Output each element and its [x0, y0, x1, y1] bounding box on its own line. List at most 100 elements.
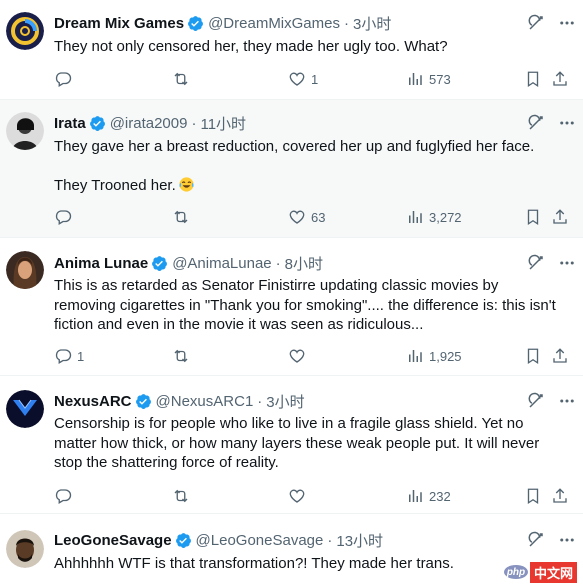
reply-icon — [55, 210, 72, 225]
share-button[interactable] — [551, 346, 569, 366]
grok-icon[interactable] — [527, 531, 545, 549]
views-chart-icon — [409, 73, 422, 85]
tweet-1[interactable]: Dream Mix Games @DreamMixGames · 3小时 The… — [0, 0, 583, 100]
bookmark-button[interactable] — [524, 346, 542, 366]
tweet-5[interactable]: LeoGoneSavage @LeoGoneSavage · 13小时 Ahhh… — [0, 514, 583, 584]
reply-icon — [55, 489, 72, 504]
display-name[interactable]: Dream Mix Games — [54, 15, 184, 32]
views-chart-icon — [409, 350, 422, 362]
tweet-text-line: removing cigarettes in "Thank you for sm… — [54, 296, 556, 314]
more-options-icon[interactable] — [557, 14, 577, 32]
share-icon — [553, 209, 567, 224]
separator-dot: · — [257, 392, 263, 410]
more-options-icon[interactable] — [557, 531, 577, 549]
watermark-logo: php — [503, 565, 528, 579]
action-bar: 1 573 — [54, 69, 567, 89]
retweet-icon — [174, 72, 188, 86]
tweet-text-line: They Trooned her. — [54, 176, 554, 196]
handle[interactable]: @NexusARC1 — [156, 393, 254, 410]
timestamp[interactable]: 11小时 — [200, 113, 246, 134]
timestamp[interactable]: 3小时 — [266, 391, 304, 412]
site-watermark: php 中文网 — [503, 561, 577, 583]
verified-badge-icon — [135, 393, 151, 409]
grok-icon[interactable] — [527, 392, 545, 410]
share-icon — [553, 488, 567, 503]
like-count: 63 — [311, 209, 326, 225]
grok-icon[interactable] — [527, 14, 545, 32]
tweet-2[interactable]: Irata @irata2009 · 11小时 They gave her a … — [0, 100, 583, 238]
retweet-button[interactable] — [172, 346, 195, 366]
bookmark-button[interactable] — [524, 486, 542, 506]
views-chart-icon — [409, 211, 422, 223]
avatar[interactable] — [6, 390, 44, 428]
retweet-icon — [174, 210, 188, 224]
view-count: 232 — [429, 488, 451, 504]
views-button[interactable]: 232 — [406, 486, 451, 506]
retweet-button[interactable] — [172, 486, 195, 506]
share-icon — [553, 348, 567, 363]
action-bar: 232 — [54, 486, 567, 506]
share-button[interactable] — [551, 486, 569, 506]
tweet-text-line: fiction and even in the movie it was see… — [54, 316, 424, 333]
views-chart-icon — [409, 490, 422, 502]
views-button[interactable]: 1,925 — [406, 346, 462, 366]
reply-button[interactable] — [54, 486, 77, 506]
handle[interactable]: @irata2009 — [110, 115, 188, 132]
tweet-4[interactable]: NexusARC @NexusARC1 · 3小时 Censorship is … — [0, 376, 583, 514]
reply-button[interactable] — [54, 69, 77, 89]
share-button[interactable] — [551, 207, 569, 227]
bookmark-icon — [527, 71, 539, 88]
handle[interactable]: @AnimaLunae — [172, 255, 271, 272]
reply-icon — [55, 349, 72, 364]
reply-button[interactable]: 1 — [54, 346, 84, 366]
avatar[interactable] — [6, 12, 44, 50]
reply-icon — [55, 72, 72, 87]
more-options-icon[interactable] — [557, 392, 577, 410]
tweet-3[interactable]: Anima Lunae @AnimaLunae · 8小时 This is as… — [0, 238, 583, 376]
heart-icon — [289, 489, 305, 503]
handle[interactable]: @DreamMixGames — [208, 15, 340, 32]
views-button[interactable]: 573 — [406, 69, 451, 89]
like-button[interactable] — [288, 346, 311, 366]
timestamp[interactable]: 3小时 — [353, 13, 391, 34]
timestamp[interactable]: 13小时 — [336, 530, 383, 551]
display-name[interactable]: Irata — [54, 115, 86, 132]
tweet-text-line: They gave her a breast reduction, covere… — [54, 138, 535, 155]
bookmark-icon — [527, 488, 539, 505]
like-button[interactable]: 1 — [288, 69, 318, 89]
tweet-text-line: Censorship is for people who like to liv… — [54, 415, 524, 432]
tweet-text-line: They not only censored her, they made he… — [54, 38, 448, 55]
tweet-text-line: Ahhhhhh WTF is that transformation?! The… — [54, 555, 454, 572]
share-button[interactable] — [551, 69, 569, 89]
tweet-text: Censorship is for people who like to liv… — [54, 414, 554, 473]
grok-icon[interactable] — [527, 254, 545, 272]
share-icon — [553, 71, 567, 86]
avatar[interactable] — [6, 112, 44, 150]
avatar[interactable] — [6, 251, 44, 289]
retweet-button[interactable] — [172, 69, 195, 89]
like-button[interactable]: 63 — [288, 207, 325, 227]
bookmark-button[interactable] — [524, 69, 542, 89]
tweet-text-line: matter how thick, or how many layers the… — [54, 434, 540, 452]
tweet-text-line: This is as retarded as Senator Finistirr… — [54, 277, 499, 294]
reply-button[interactable] — [54, 207, 77, 227]
bookmark-icon — [527, 209, 539, 226]
verified-badge-icon — [188, 15, 204, 31]
display-name[interactable]: Anima Lunae — [54, 255, 148, 272]
handle[interactable]: @LeoGoneSavage — [196, 532, 324, 549]
timestamp[interactable]: 8小时 — [285, 253, 323, 274]
retweet-icon — [174, 349, 188, 363]
display-name[interactable]: LeoGoneSavage — [54, 532, 172, 549]
display-name[interactable]: NexusARC — [54, 393, 132, 410]
bookmark-button[interactable] — [524, 207, 542, 227]
retweet-button[interactable] — [172, 207, 195, 227]
more-options-icon[interactable] — [557, 114, 577, 132]
more-options-icon[interactable] — [557, 254, 577, 272]
action-bar: 1 1,925 — [54, 346, 567, 366]
tweet-text-line: stop the shattering force of reality. — [54, 454, 279, 471]
grok-icon[interactable] — [527, 114, 545, 132]
like-button[interactable] — [288, 486, 311, 506]
face-with-tears-of-joy-icon — [179, 177, 194, 192]
avatar[interactable] — [6, 530, 44, 568]
views-button[interactable]: 3,272 — [406, 207, 462, 227]
